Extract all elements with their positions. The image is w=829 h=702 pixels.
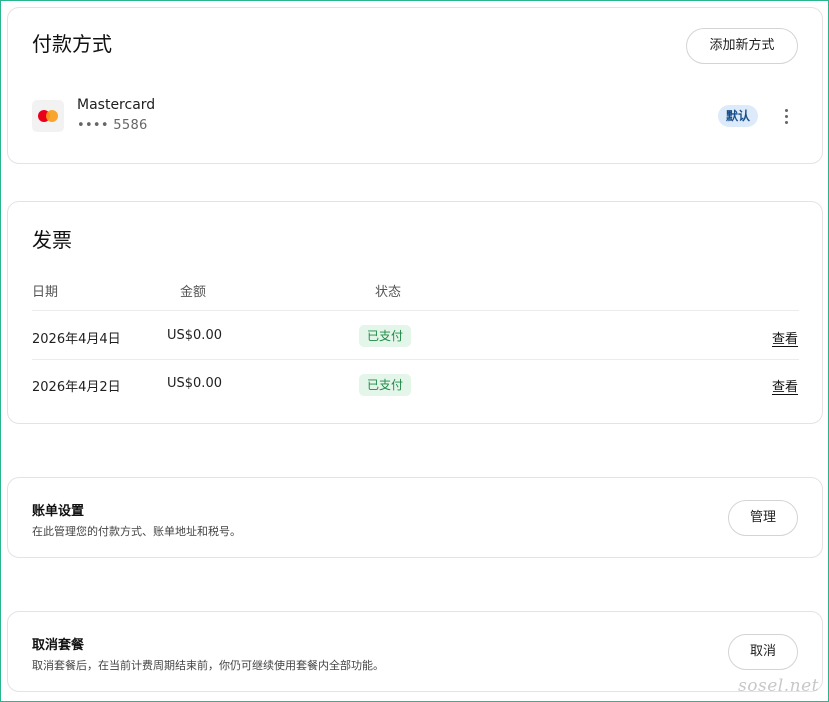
default-badge: 默认 <box>718 105 759 127</box>
billing-settings-description: 在此管理您的付款方式、账单地址和税号。 <box>32 525 241 538</box>
add-payment-method-button[interactable]: 添加新方式 <box>686 28 798 64</box>
status-badge: 已支付 <box>359 325 412 347</box>
invoices-title: 发票 <box>32 228 72 252</box>
view-invoice-link[interactable]: 查看 <box>772 328 798 347</box>
cancel-plan-card: 取消套餐 取消套餐后，在当前计费周期结束前，你仍可继续使用套餐内全部功能。 取消 <box>7 611 823 692</box>
status-badge: 已支付 <box>359 374 412 396</box>
column-header-amount: 金额 <box>180 285 207 300</box>
view-invoice-link[interactable]: 查看 <box>772 376 798 395</box>
column-header-date: 日期 <box>32 285 59 300</box>
payment-methods-title: 付款方式 <box>32 32 112 56</box>
cancel-plan-title: 取消套餐 <box>32 638 85 653</box>
invoice-date: 2026年4月2日 <box>32 380 121 395</box>
cancel-plan-description: 取消套餐后，在当前计费周期结束前，你仍可继续使用套餐内全部功能。 <box>32 659 384 672</box>
card-brand: Mastercard <box>77 97 156 113</box>
card-number: •••• 5586 <box>77 118 148 133</box>
row-divider <box>32 310 799 311</box>
payment-methods-card: 付款方式 添加新方式 Mastercard •••• 5586 默认 <box>7 7 823 164</box>
column-header-status: 状态 <box>375 285 402 300</box>
watermark: sosel.net <box>738 676 819 696</box>
billing-settings-card: 账单设置 在此管理您的付款方式、账单地址和税号。 管理 <box>7 477 823 558</box>
cancel-button[interactable]: 取消 <box>728 634 798 670</box>
invoices-card: 发票 日期 金额 状态 2026年4月4日 US$0.00 已支付 查看 202… <box>7 201 823 424</box>
manage-button[interactable]: 管理 <box>728 500 798 536</box>
more-options-icon[interactable] <box>778 106 794 126</box>
invoice-amount: US$0.00 <box>167 328 222 343</box>
mastercard-icon <box>32 100 64 132</box>
row-divider <box>32 359 799 360</box>
invoice-amount: US$0.00 <box>167 376 222 391</box>
invoice-date: 2026年4月4日 <box>32 332 121 347</box>
billing-settings-title: 账单设置 <box>32 504 85 519</box>
